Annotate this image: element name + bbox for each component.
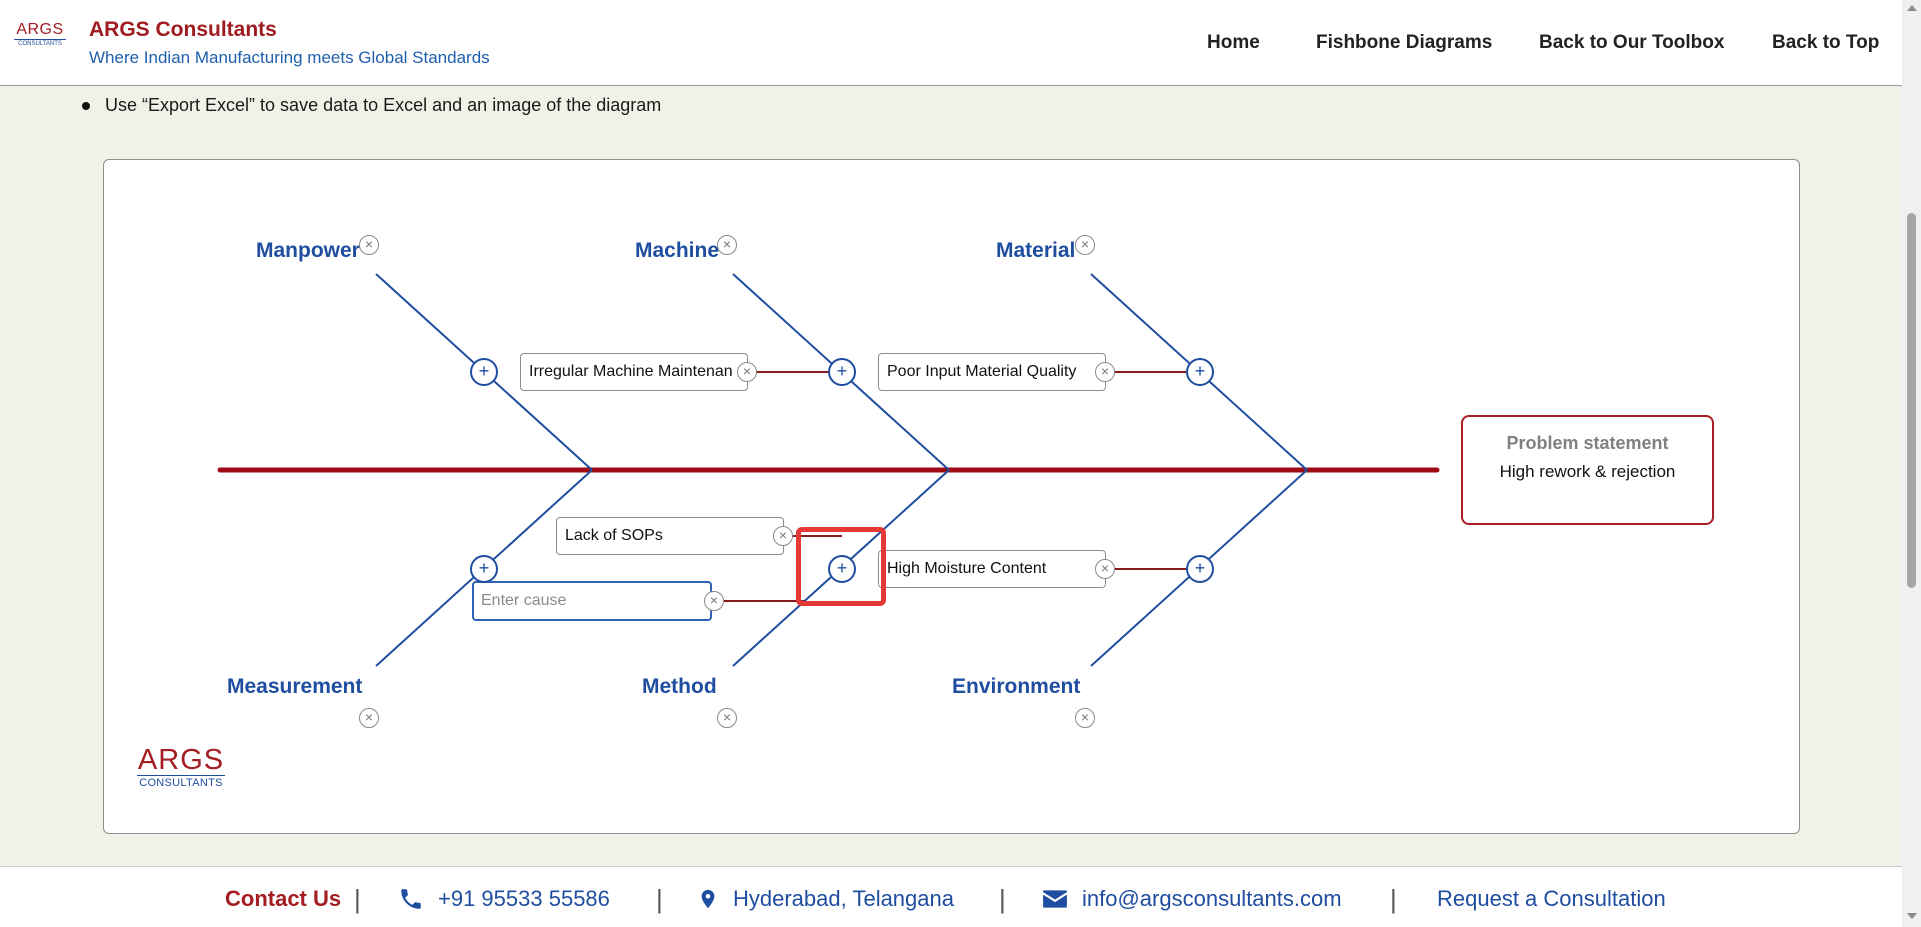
category-measurement[interactable]: Measurement — [227, 675, 362, 699]
site-header: ARGS CONSULTANTS ARGS Consultants Where … — [0, 0, 1902, 86]
highlight-box — [796, 527, 886, 606]
new-cause-input[interactable] — [472, 581, 712, 621]
add-cause-manpower-plus-icon[interactable]: + — [470, 358, 498, 386]
nav-toolbox-link[interactable]: Back to Our Toolbox — [1539, 32, 1724, 54]
vertical-scrollbar[interactable] — [1902, 0, 1921, 927]
scroll-down-arrow-icon[interactable] — [1907, 913, 1917, 919]
footer-location[interactable]: Hyderabad, Telangana — [697, 886, 954, 912]
remove-category-method-close-icon[interactable]: × — [717, 708, 737, 728]
remove-cause-material-1-close-icon[interactable]: × — [1095, 362, 1115, 382]
nav-home-link[interactable]: Home — [1207, 32, 1260, 54]
brand-logo-text: ARGS — [16, 21, 64, 38]
cause-material-1[interactable]: Poor Input Material Quality — [878, 353, 1106, 391]
nav-back-to-top-link[interactable]: Back to Top — [1772, 32, 1879, 54]
category-material[interactable]: Material — [996, 239, 1075, 263]
remove-category-machine-close-icon[interactable]: × — [717, 235, 737, 255]
cause-method-1[interactable]: Lack of SOPs — [556, 517, 784, 555]
category-environment[interactable]: Environment — [952, 675, 1080, 699]
location-pin-icon — [701, 889, 715, 909]
category-machine[interactable]: Machine — [635, 239, 719, 263]
brand-logo[interactable]: ARGS CONSULTANTS — [14, 22, 66, 49]
remove-category-measurement-close-icon[interactable]: × — [359, 708, 379, 728]
remove-category-material-close-icon[interactable]: × — [1075, 235, 1095, 255]
remove-category-environment-close-icon[interactable]: × — [1075, 708, 1095, 728]
brand-logo-subtext: CONSULTANTS — [14, 39, 66, 49]
phone-icon — [401, 889, 421, 909]
footer-email[interactable]: info@argsconsultants.com — [1042, 886, 1342, 912]
footer-separator: | — [1390, 884, 1397, 914]
footer-separator: | — [656, 884, 663, 914]
add-cause-environment-plus-icon[interactable]: + — [1186, 555, 1214, 583]
add-cause-material-plus-icon[interactable]: + — [1186, 358, 1214, 386]
site-footer: Contact Us | +91 95533 55586 | Hyderabad… — [0, 866, 1902, 927]
envelope-icon — [1043, 890, 1067, 908]
problem-statement-value[interactable]: High rework & rejection — [1463, 462, 1712, 482]
scrollbar-thumb[interactable] — [1907, 213, 1916, 588]
problem-statement-box[interactable]: Problem statement High rework & rejectio… — [1461, 415, 1714, 525]
cause-machine-1[interactable]: Irregular Machine Maintenan — [520, 353, 748, 391]
request-consultation-link[interactable]: Request a Consultation — [1437, 886, 1666, 912]
canvas-watermark-logo: ARGS CONSULTANTS — [137, 746, 225, 791]
remove-new-cause-close-icon[interactable]: × — [704, 591, 724, 611]
footer-phone-text[interactable]: +91 95533 55586 — [438, 886, 610, 912]
watermark-logo-text: ARGS — [137, 744, 225, 776]
watermark-logo-subtext: CONSULTANTS — [137, 775, 225, 791]
category-method[interactable]: Method — [642, 675, 717, 699]
remove-cause-machine-1-close-icon[interactable]: × — [737, 362, 757, 382]
footer-separator: | — [999, 884, 1006, 914]
add-cause-measurement-plus-icon[interactable]: + — [470, 555, 498, 583]
scroll-up-arrow-icon[interactable] — [1907, 5, 1917, 11]
brand-tagline: Where Indian Manufacturing meets Global … — [89, 48, 490, 67]
footer-email-text[interactable]: info@argsconsultants.com — [1082, 886, 1342, 912]
cause-environment-1[interactable]: High Moisture Content — [878, 550, 1106, 588]
remove-cause-environment-1-close-icon[interactable]: × — [1095, 559, 1115, 579]
add-cause-machine-plus-icon[interactable]: + — [828, 358, 856, 386]
brand-title[interactable]: ARGS Consultants — [89, 18, 277, 42]
footer-separator: | — [354, 884, 361, 914]
remove-category-manpower-close-icon[interactable]: × — [359, 235, 379, 255]
nav-fishbone-diagrams-link[interactable]: Fishbone Diagrams — [1316, 32, 1492, 54]
footer-phone[interactable]: +91 95533 55586 — [398, 886, 610, 912]
category-manpower[interactable]: Manpower — [256, 239, 360, 263]
footer-location-text[interactable]: Hyderabad, Telangana — [733, 886, 954, 912]
problem-statement-title: Problem statement — [1506, 433, 1669, 453]
contact-us-label: Contact Us — [225, 886, 342, 911]
remove-cause-method-1-close-icon[interactable]: × — [773, 526, 793, 546]
